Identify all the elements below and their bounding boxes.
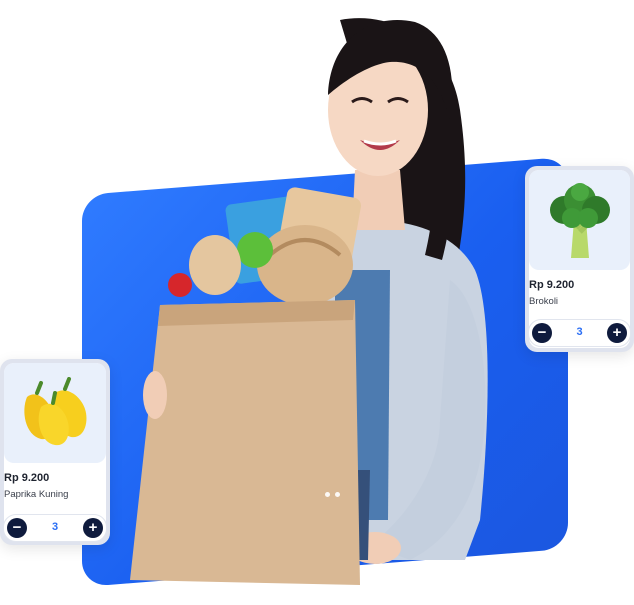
quantity-stepper[interactable]: − 3 + xyxy=(528,319,631,347)
broccoli-icon xyxy=(549,183,610,258)
product-card-brokoli[interactable]: Rp 9.200 Brokoli − 3 + xyxy=(525,166,634,352)
product-price: Rp 9.200 xyxy=(529,279,575,291)
carousel-dot[interactable] xyxy=(335,492,340,497)
increment-button[interactable]: + xyxy=(83,518,103,538)
product-image xyxy=(4,363,106,463)
quantity-stepper[interactable]: − 3 + xyxy=(3,514,107,542)
carousel-indicator xyxy=(325,492,340,497)
product-price: Rp 9.200 xyxy=(4,472,50,484)
product-image xyxy=(529,170,630,270)
product-name: Brokoli xyxy=(529,296,559,307)
carousel-dot[interactable] xyxy=(325,492,330,497)
increment-button[interactable]: + xyxy=(607,323,627,343)
yellow-pepper-icon xyxy=(24,377,87,446)
product-name: Paprika Kuning xyxy=(4,489,69,500)
product-card-paprika-kuning[interactable]: Rp 9.200 Paprika Kuning − 3 + xyxy=(0,359,110,545)
hero-illustration xyxy=(120,0,500,600)
